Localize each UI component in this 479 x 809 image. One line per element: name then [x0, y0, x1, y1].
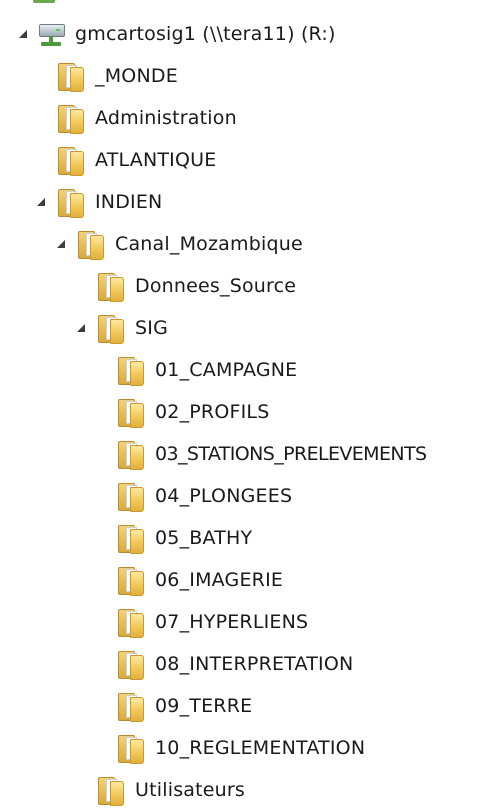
tree-item-09-terre[interactable]: 09_TERRE [95, 688, 252, 724]
tree-item-label[interactable]: 09_TERRE [155, 688, 252, 724]
folder-icon [116, 523, 144, 554]
tree-item-monde[interactable]: _MONDE [35, 58, 178, 94]
folder-icon [116, 439, 144, 470]
tree-item-gmcartosig1[interactable]: gmcartosig1 (\\tera11) (R:) [17, 16, 336, 52]
tree-item-atlantique[interactable]: ATLANTIQUE [35, 142, 216, 178]
expand-arrow-icon[interactable] [95, 447, 107, 461]
collapse-arrow-icon[interactable] [75, 321, 87, 335]
folder-tree: gmcartosig1 (\\tera11) (R:) _MONDE Admin… [0, 0, 479, 809]
tree-item-03-stations-prelevements[interactable]: 03_STATIONS_PRELEVEMENTS [95, 436, 427, 472]
expand-arrow-icon[interactable] [95, 405, 107, 419]
folder-icon [56, 61, 84, 92]
tree-item-label[interactable]: 01_CAMPAGNE [155, 352, 297, 388]
tree-item-label[interactable]: ATLANTIQUE [95, 142, 216, 178]
tree-item-label[interactable]: Donnees_Source [135, 268, 296, 304]
folder-icon [116, 565, 144, 596]
expand-arrow-icon[interactable] [35, 111, 47, 125]
tree-item-label[interactable]: Administration [95, 100, 237, 136]
folder-icon [96, 775, 124, 806]
expand-arrow-icon[interactable] [95, 531, 107, 545]
tree-item-label[interactable]: gmcartosig1 (\\tera11) (R:) [75, 16, 336, 52]
folder-icon [116, 733, 144, 764]
tree-item-05-bathy[interactable]: 05_BATHY [95, 520, 252, 556]
tree-item-label[interactable]: INDIEN [95, 184, 162, 220]
tree-item-08-interpretation[interactable]: 08_INTERPRETATION [95, 646, 353, 682]
folder-icon [116, 355, 144, 386]
tree-item-04-plongees[interactable]: 04_PLONGEES [95, 478, 292, 514]
tree-item-label[interactable]: Canal_Mozambique [115, 226, 303, 262]
collapse-arrow-icon[interactable] [55, 237, 67, 251]
expand-arrow-icon[interactable] [95, 657, 107, 671]
tree-item-utilisateurs[interactable]: Utilisateurs [75, 772, 245, 808]
folder-icon [116, 607, 144, 638]
tree-item-07-hyperliens[interactable]: 07_HYPERLIENS [95, 604, 308, 640]
tree-item-canal-mozambique[interactable]: Canal_Mozambique [55, 226, 303, 262]
tree-item-administration[interactable]: Administration [35, 100, 237, 136]
expand-arrow-icon[interactable] [95, 573, 107, 587]
expand-arrow-icon[interactable] [95, 699, 107, 713]
tree-item-donnees-source[interactable]: Donnees_Source [75, 268, 296, 304]
folder-icon [116, 691, 144, 722]
collapse-arrow-icon[interactable] [35, 195, 47, 209]
tree-item-label[interactable]: 02_PROFILS [155, 394, 269, 430]
tree-item-06-imagerie[interactable]: 06_IMAGERIE [95, 562, 283, 598]
tree-item-label[interactable]: SIG [135, 310, 168, 346]
expand-arrow-icon[interactable] [35, 69, 47, 83]
folder-icon [56, 103, 84, 134]
tree-item-label[interactable]: 06_IMAGERIE [155, 562, 283, 598]
expand-arrow-icon[interactable] [75, 783, 87, 797]
tree-item-label[interactable]: 08_INTERPRETATION [155, 646, 353, 682]
tree-item-02-profils[interactable]: 02_PROFILS [95, 394, 269, 430]
folder-icon [96, 271, 124, 302]
folder-icon [56, 145, 84, 176]
tree-item-label[interactable]: _MONDE [95, 58, 178, 94]
partial-item-icon [33, 0, 55, 3]
tree-item-label[interactable]: 03_STATIONS_PRELEVEMENTS [155, 436, 427, 472]
tree-item-label[interactable]: Utilisateurs [135, 772, 245, 808]
expand-arrow-icon[interactable] [95, 615, 107, 629]
tree-item-01-campagne[interactable]: 01_CAMPAGNE [95, 352, 297, 388]
collapse-arrow-icon[interactable] [17, 27, 29, 41]
folder-icon [116, 481, 144, 512]
tree-item-indien[interactable]: INDIEN [35, 184, 162, 220]
folder-icon [116, 649, 144, 680]
folder-icon [116, 397, 144, 428]
tree-item-label[interactable]: 10_REGLEMENTATION [155, 730, 365, 766]
tree-item-label[interactable]: 07_HYPERLIENS [155, 604, 308, 640]
expand-arrow-icon[interactable] [95, 489, 107, 503]
tree-item-label[interactable]: 05_BATHY [155, 520, 252, 556]
expand-arrow-icon[interactable] [95, 363, 107, 377]
expand-arrow-icon[interactable] [35, 153, 47, 167]
tree-item-sig[interactable]: SIG [75, 310, 168, 346]
expand-arrow-icon[interactable] [75, 279, 87, 293]
folder-icon [76, 229, 104, 260]
tree-item-10-reglementation[interactable]: 10_REGLEMENTATION [95, 730, 365, 766]
folder-icon [96, 313, 124, 344]
tree-item-label[interactable]: 04_PLONGEES [155, 478, 292, 514]
network-drive-icon [38, 20, 66, 48]
expand-arrow-icon[interactable] [95, 741, 107, 755]
folder-icon [56, 187, 84, 218]
